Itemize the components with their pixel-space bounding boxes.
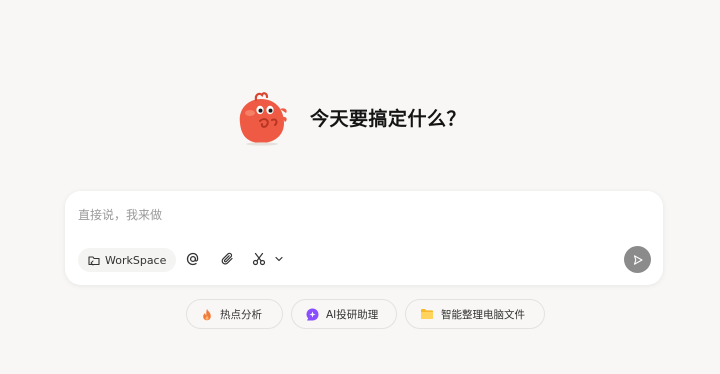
workspace-icon: [88, 256, 100, 266]
workspace-label: WorkSpace: [105, 253, 167, 267]
suggestion-chip-hot-topics[interactable]: 热点分析: [186, 299, 283, 329]
folder-icon: [421, 309, 433, 319]
at-icon[interactable]: [185, 251, 201, 267]
suggestion-label: AI投研助理: [326, 308, 379, 321]
suggestion-label: 热点分析: [220, 308, 262, 321]
send-icon: [633, 254, 643, 265]
paperclip-icon[interactable]: [220, 251, 236, 267]
suggestion-chip-ai-research[interactable]: AI投研助理: [291, 299, 397, 329]
chevron-down-icon[interactable]: [271, 251, 287, 267]
page-title: 今天要搞定什么？: [309, 107, 466, 130]
hero: 今天要搞定什么？: [0, 86, 720, 148]
chat-composer: 直接说，我来做 WorkSpace: [65, 191, 663, 285]
suggestion-chip-organize-files[interactable]: 智能整理电脑文件: [405, 299, 545, 329]
ai-sparkle-icon: [306, 308, 319, 320]
fire-icon: [203, 308, 211, 320]
suggestion-label: 智能整理电脑文件: [441, 308, 525, 321]
suggestion-chips: 热点分析 AI投研助理 智能整理电脑文件: [186, 299, 545, 329]
prompt-input[interactable]: 直接说，我来做: [78, 206, 162, 223]
page: 今天要搞定什么？ 直接说，我来做 WorkSpace 热点分析 AI投研助理 智…: [0, 0, 720, 374]
mascot-icon: [239, 92, 287, 146]
scissors-icon[interactable]: [251, 251, 267, 267]
workspace-button[interactable]: WorkSpace: [78, 248, 177, 272]
send-button[interactable]: [624, 246, 651, 273]
